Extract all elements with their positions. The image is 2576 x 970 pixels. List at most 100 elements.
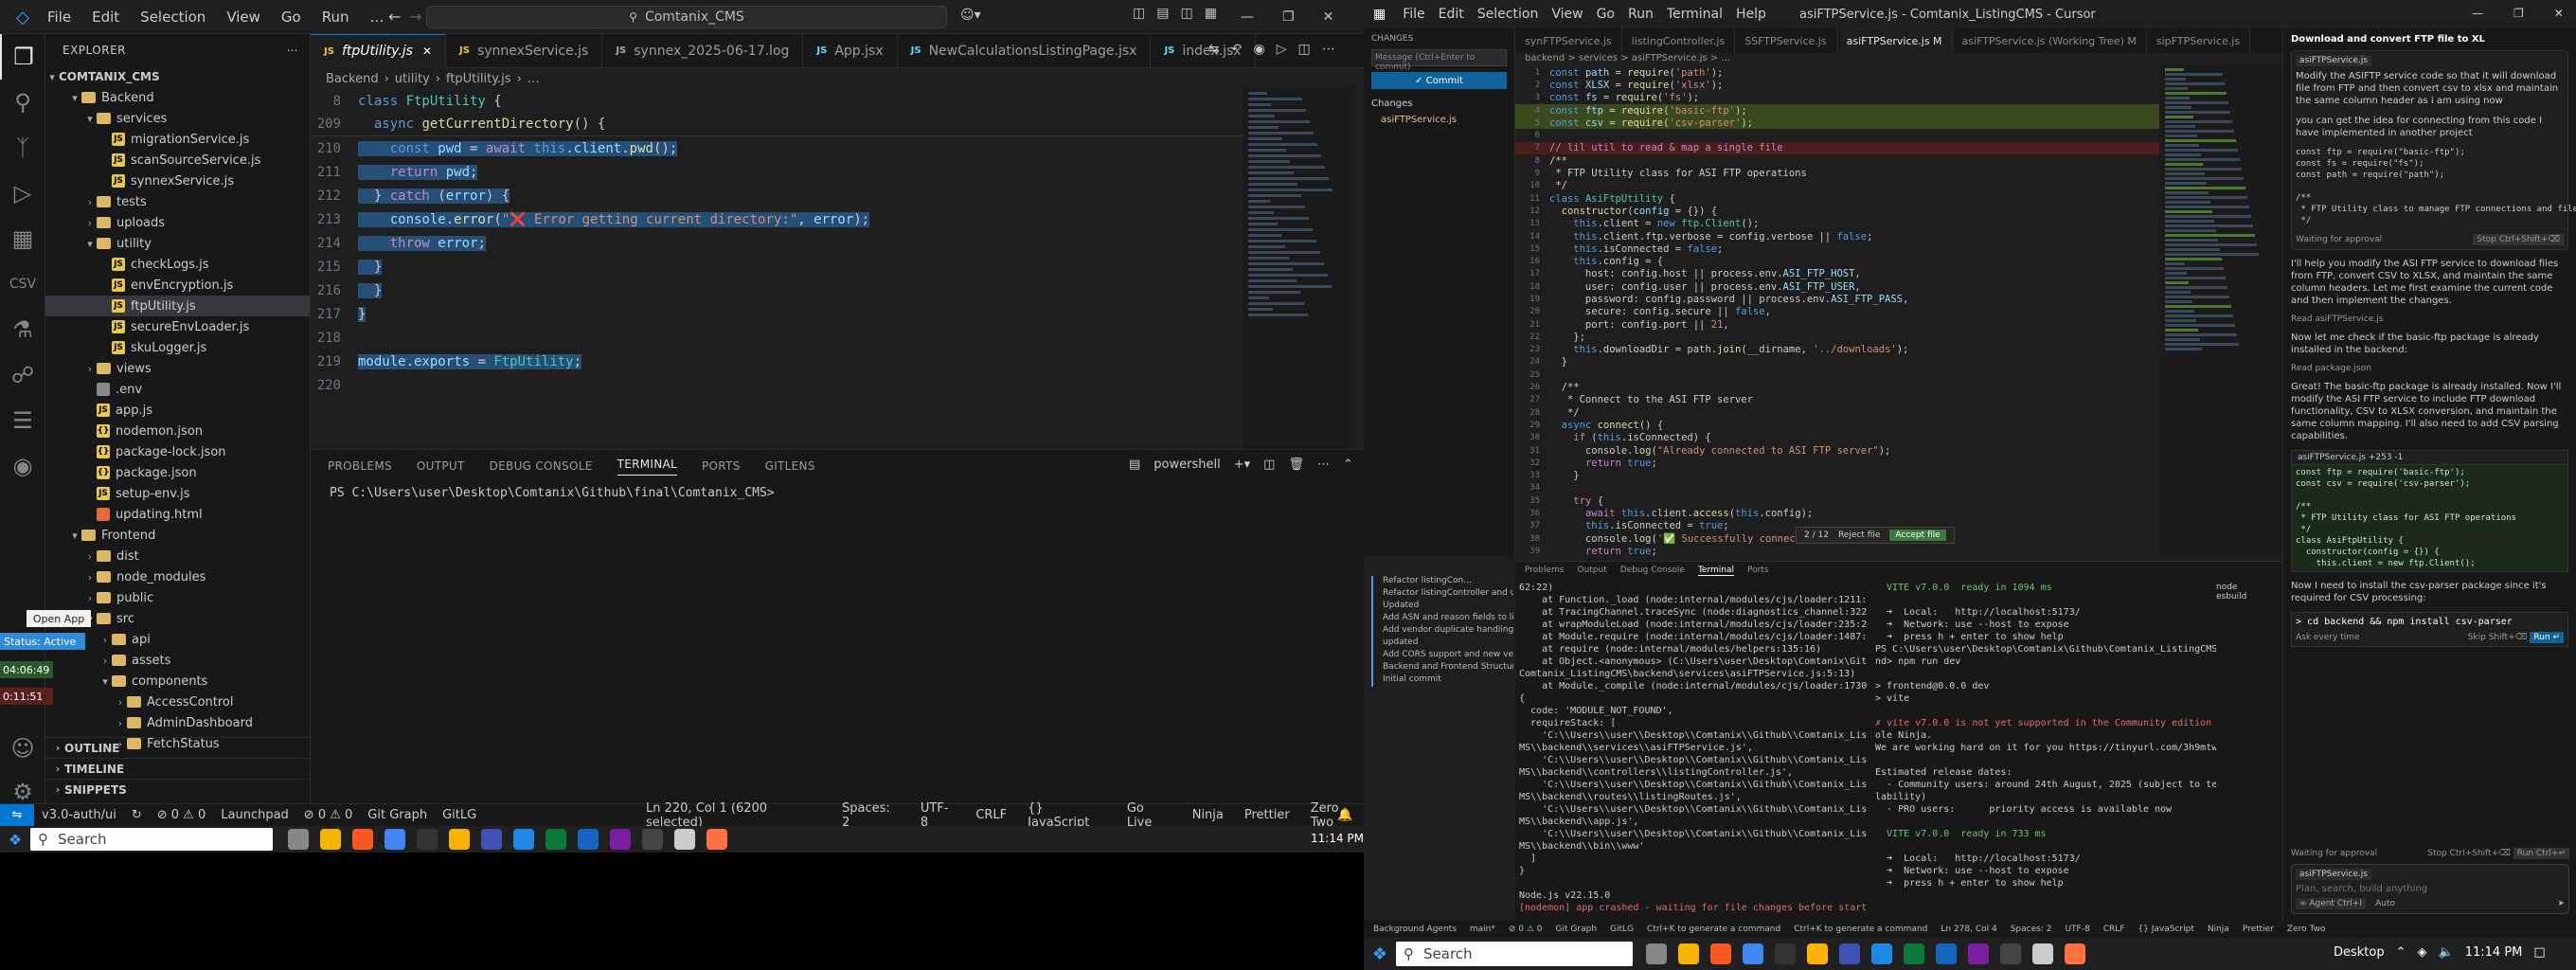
notification-icon[interactable]: □	[2533, 945, 2545, 960]
toggle-panel-icon[interactable]: ▤	[1156, 6, 1169, 21]
panel-tab[interactable]: PORTS	[702, 459, 741, 473]
commit-item[interactable]: Add CORS support and new ven...	[1371, 650, 1513, 662]
status-item[interactable]: Ln 278, Col 4	[1941, 925, 1996, 934]
status-item[interactable]: Ninja	[2208, 925, 2229, 934]
code-editor[interactable]: 8 class FtpUtility {209 async getCurrentD…	[311, 89, 1352, 449]
stop-button[interactable]: Stop Ctrl+Shift+⌫	[2473, 234, 2564, 245]
menu-item[interactable]: …	[370, 9, 385, 26]
status-item[interactable]: GitLG	[1610, 925, 1634, 934]
status-item[interactable]: UTF-8	[2065, 925, 2089, 934]
trash-icon[interactable]: 🗑	[1288, 458, 1304, 472]
status-item[interactable]: Prettier	[1244, 808, 1290, 822]
taskbar-app-icon[interactable]	[1743, 943, 1763, 964]
source-control-icon[interactable]: ᛉ	[0, 125, 45, 171]
network-icon[interactable]: ◈	[2418, 945, 2427, 960]
status-item[interactable]: GitLG	[442, 808, 476, 822]
breadcrumb-item[interactable]: ftpUtility.js	[446, 72, 511, 86]
toggle-primary-sidebar-icon[interactable]: ◫	[1133, 6, 1145, 21]
add-terminal-icon[interactable]: +▾	[1234, 458, 1250, 472]
run-button[interactable]: Run ↵	[2530, 632, 2564, 643]
file-item[interactable]: JS checkLogs.js	[45, 254, 310, 275]
taskbar-search[interactable]: ⚲ Search	[30, 828, 273, 851]
terminal-output-backend[interactable]: 62:22) at Function._load (node:internal/…	[1519, 583, 1868, 915]
git-graph-icon[interactable]: ☍	[0, 352, 45, 398]
file-item[interactable]: JS secureEnvLoader.js	[45, 316, 310, 337]
editor-tab[interactable]: SSFTPService.js	[1735, 28, 1837, 53]
maximize-panel-icon[interactable]: ⌃	[1343, 458, 1353, 472]
accept-file-button[interactable]: Accept file	[1889, 530, 1946, 541]
changes-header[interactable]: Changes	[1364, 95, 1514, 113]
status-item[interactable]: Git Graph	[1556, 925, 1597, 934]
taskbar-app-icon[interactable]	[1646, 943, 1667, 964]
open-app-button[interactable]: Open App	[27, 610, 91, 627]
chat-input[interactable]	[2296, 884, 2565, 894]
taskbar-app-icon[interactable]	[481, 829, 502, 850]
volume-icon[interactable]: 🔈	[2439, 945, 2454, 960]
run-button-2[interactable]: Run Ctrl+↵	[2513, 848, 2569, 859]
status-item[interactable]: main*	[1470, 925, 1495, 934]
commit-item[interactable]: Add vendor duplicate handling f...	[1371, 625, 1513, 638]
taskbar-app-icon[interactable]	[2000, 943, 2021, 964]
file-item[interactable]: JS ftpUtility.js	[45, 296, 310, 316]
taskbar-app-icon[interactable]	[385, 829, 405, 850]
file-item[interactable]: JS scanSourceService.js	[45, 150, 310, 171]
menu-item[interactable]: View	[1551, 7, 1583, 22]
editor-tab[interactable]: synFTPService.js	[1515, 28, 1622, 53]
status-item[interactable]: ⊘ 0 ⚠ 0	[304, 808, 353, 822]
collapsed-section[interactable]: › TIMELINE	[45, 758, 311, 779]
menu-item[interactable]: Edit	[92, 9, 119, 26]
editor-tab[interactable]: listingController.js	[1622, 28, 1736, 53]
folder-item[interactable]: › public	[45, 587, 310, 608]
file-item[interactable]: {} package-lock.json	[45, 441, 310, 462]
folder-item[interactable]: › tests	[45, 191, 310, 212]
right-code-editor[interactable]: 1 const path = require('path'); 2 const XLS…	[1515, 66, 2159, 559]
taskbar-app-icon[interactable]	[1710, 943, 1731, 964]
panel-tab[interactable]: OUTPUT	[417, 459, 465, 473]
customize-layout-icon[interactable]: ▦	[1205, 6, 1217, 21]
menu-item[interactable]: Help	[1736, 7, 1766, 22]
changed-file[interactable]: asiFTPService.js	[1364, 113, 1514, 127]
reject-file-button[interactable]: Reject file	[1838, 530, 1880, 540]
folder-item[interactable]: ▾ Backend	[45, 87, 310, 108]
file-item[interactable]: JS migrationService.js	[45, 129, 310, 150]
folder-item[interactable]: ▾ utility	[45, 233, 310, 254]
status-item[interactable]: CRLF	[2103, 925, 2125, 934]
taskbar-app-icon[interactable]	[707, 829, 727, 850]
remote-icon[interactable]: ◉	[0, 443, 45, 489]
status-item[interactable]: Spaces: 2	[2011, 925, 2052, 934]
taskbar-app-icon[interactable]	[1968, 943, 1989, 964]
taskbar-app-icon[interactable]	[1775, 943, 1796, 964]
extensions-icon[interactable]: ▦	[0, 216, 45, 261]
commit-item[interactable]: Add ASN and reason fields to li...	[1371, 613, 1513, 625]
folder-item[interactable]: › AdminDashboard	[45, 712, 310, 733]
status-item[interactable]: Git Graph	[367, 808, 427, 822]
terminal-label[interactable]: powershell	[1154, 458, 1220, 472]
compare-icon[interactable]: ⇆	[1208, 42, 1220, 57]
taskbar-app-icon[interactable]	[2065, 943, 2085, 964]
folder-item[interactable]: › uploads	[45, 212, 310, 233]
menu-item[interactable]: Go	[281, 9, 301, 26]
explorer-icon[interactable]: ❐	[0, 34, 45, 80]
panel-tab[interactable]: GITLENS	[765, 459, 815, 473]
status-item[interactable]: ⊘ 0 ⚠ 0	[1509, 925, 1543, 934]
folder-item[interactable]: › node_modules	[45, 566, 310, 587]
menu-item[interactable]: File	[47, 9, 71, 26]
panel-tab[interactable]: Problems	[1525, 566, 1564, 575]
read-file-step-2[interactable]: Read package.json	[2291, 364, 2568, 373]
status-item[interactable]: ↻	[132, 808, 142, 822]
commit-item[interactable]: Backend and Frontend Structure...	[1371, 662, 1513, 674]
minimap[interactable]	[1243, 89, 1352, 449]
collapsed-section[interactable]: › OUTLINE	[45, 737, 311, 758]
menu-item[interactable]: Terminal	[1667, 7, 1723, 22]
taskbar-app-icon[interactable]	[320, 829, 341, 850]
go-back-icon[interactable]: ↶	[1231, 42, 1243, 57]
panel-tab[interactable]: Debug Console	[1620, 566, 1685, 575]
editor-tab[interactable]: JS ftpUtility.js ✕	[311, 33, 447, 68]
file-item[interactable]: {} nodemon.json	[45, 421, 310, 441]
taskbar-app-icon[interactable]	[1807, 943, 1828, 964]
windows-start-icon[interactable]: ❖	[0, 831, 30, 849]
back-arrow-icon[interactable]: ←	[388, 8, 401, 26]
terminal-prompt[interactable]: PS C:\Users\user\Desktop\Comtanix\Github…	[311, 486, 1364, 500]
command-center-search[interactable]: ⚲ Comtanix_CMS	[426, 6, 947, 28]
status-item[interactable]: CRLF	[975, 808, 1007, 822]
